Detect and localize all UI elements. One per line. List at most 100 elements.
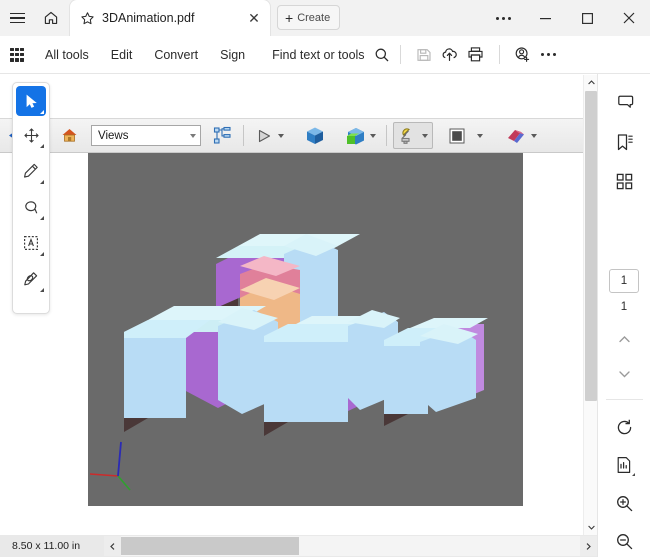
all-tools-button[interactable] <box>0 47 34 62</box>
rotate-page-icon <box>615 418 634 437</box>
horizontal-scrollbar[interactable] <box>121 536 580 556</box>
create-button[interactable]: + Create <box>277 5 341 30</box>
comment-pencil-tool[interactable] <box>15 154 47 188</box>
previous-page-button[interactable] <box>608 325 640 355</box>
play-animation-button[interactable] <box>250 121 288 150</box>
cross-section-render-button[interactable] <box>340 121 380 150</box>
lasso-icon <box>22 198 40 216</box>
menu-item-sign[interactable]: Sign <box>209 48 256 62</box>
lighting-lamp-icon <box>398 126 418 146</box>
menu-item-convert[interactable]: Convert <box>143 48 209 62</box>
text-select-tool[interactable] <box>15 226 47 260</box>
chevron-up-icon <box>587 80 595 85</box>
find-tools-entry[interactable]: Find text or tools <box>272 47 389 63</box>
use-default-render-button[interactable] <box>300 121 330 150</box>
cross-section-button[interactable] <box>501 121 541 150</box>
3d-toolbar: Views <box>0 118 597 153</box>
save-button[interactable] <box>411 42 437 68</box>
chevron-down-icon[interactable] <box>190 133 196 138</box>
comments-button[interactable] <box>608 88 640 118</box>
page-thumbnails-button[interactable] <box>608 166 640 196</box>
app-menu-button[interactable] <box>0 0 34 36</box>
scrollbar-thumb[interactable] <box>121 537 299 555</box>
fit-page-button[interactable] <box>608 450 640 480</box>
close-window-button[interactable] <box>608 0 650 36</box>
tool-options-corner-icon[interactable] <box>40 180 44 184</box>
tool-options-corner-icon[interactable] <box>632 472 635 476</box>
play-animation-icon <box>254 126 274 146</box>
3d-model-scene[interactable] <box>88 146 523 506</box>
lasso-tool[interactable] <box>15 190 47 224</box>
lighting-button[interactable] <box>393 122 433 149</box>
model-tree-icon <box>213 126 233 146</box>
default-view-home-icon <box>60 126 79 145</box>
move-arrows-icon <box>23 127 40 144</box>
menu-bar: All tools Edit Convert Sign Find text or… <box>0 36 650 74</box>
views-dropdown[interactable]: Views <box>91 125 201 146</box>
chevron-down-icon[interactable] <box>531 133 537 138</box>
background-color-icon <box>447 126 467 146</box>
home-icon <box>43 10 59 26</box>
close-tab-button[interactable]: ✕ <box>244 8 264 28</box>
menubar-overflow-button[interactable] <box>536 42 562 68</box>
share-button[interactable] <box>510 42 536 68</box>
vertical-scrollbar[interactable] <box>583 75 597 535</box>
bookmarks-button[interactable] <box>608 127 640 157</box>
tool-options-corner-icon[interactable] <box>40 216 44 220</box>
search-icon[interactable] <box>374 47 390 63</box>
hamburger-icon <box>9 12 25 24</box>
chevron-down-icon[interactable] <box>422 133 428 138</box>
pdf-3d-canvas[interactable] <box>88 146 523 506</box>
redact-tool[interactable] <box>15 262 47 296</box>
pan-tool[interactable] <box>15 118 47 152</box>
render-mode-cube-icon <box>304 125 326 147</box>
select-tool[interactable] <box>16 86 46 116</box>
save-icon <box>416 47 432 63</box>
star-icon[interactable] <box>80 11 95 26</box>
tool-options-corner-icon[interactable] <box>40 288 44 292</box>
home-button[interactable] <box>34 0 68 36</box>
background-color-button[interactable] <box>443 121 487 150</box>
divider <box>605 399 643 401</box>
scroll-up-button[interactable] <box>584 75 598 90</box>
more-options-icon <box>495 16 511 20</box>
minimize-button[interactable] <box>524 0 566 36</box>
scroll-left-button[interactable] <box>104 536 121 556</box>
menu-item-edit[interactable]: Edit <box>100 48 144 62</box>
tool-options-corner-icon[interactable] <box>40 252 44 256</box>
scrollbar-thumb[interactable] <box>585 91 597 401</box>
zoom-out-icon <box>615 532 634 551</box>
scroll-right-button[interactable] <box>580 536 597 556</box>
fit-page-icon <box>615 456 633 474</box>
zoom-out-button[interactable] <box>608 527 640 557</box>
page-number-field[interactable]: 1 <box>609 268 639 293</box>
more-options-icon <box>541 53 557 56</box>
add-person-icon <box>514 46 531 63</box>
rotate-page-button[interactable] <box>608 412 640 442</box>
print-button[interactable] <box>463 42 489 68</box>
window-more-button[interactable] <box>482 0 524 36</box>
bookmark-icon <box>614 132 635 153</box>
menu-item-all-tools[interactable]: All tools <box>34 48 100 62</box>
zoom-in-button[interactable] <box>608 489 640 519</box>
chevron-left-icon <box>110 542 115 550</box>
chevron-down-icon[interactable] <box>477 133 483 138</box>
default-view-button[interactable] <box>56 121 83 150</box>
chevron-down-icon[interactable] <box>370 133 376 138</box>
model-tree-button[interactable] <box>209 121 237 150</box>
print-icon <box>467 46 484 63</box>
next-page-button[interactable] <box>608 359 640 389</box>
upload-button[interactable] <box>437 42 463 68</box>
tool-options-corner-icon[interactable] <box>40 110 44 114</box>
document-tab-title: 3DAnimation.pdf <box>102 11 195 25</box>
close-icon <box>622 11 636 25</box>
chevron-up-icon <box>618 336 630 343</box>
tool-options-corner-icon[interactable] <box>40 144 44 148</box>
cursor-arrow-icon <box>24 94 39 109</box>
find-label: Find text or tools <box>272 47 365 62</box>
maximize-button[interactable] <box>566 0 608 36</box>
page-thumbnails-icon <box>615 172 634 191</box>
document-tab[interactable]: 3DAnimation.pdf ✕ <box>70 0 270 36</box>
scroll-down-button[interactable] <box>584 520 598 535</box>
chevron-down-icon[interactable] <box>278 133 284 138</box>
